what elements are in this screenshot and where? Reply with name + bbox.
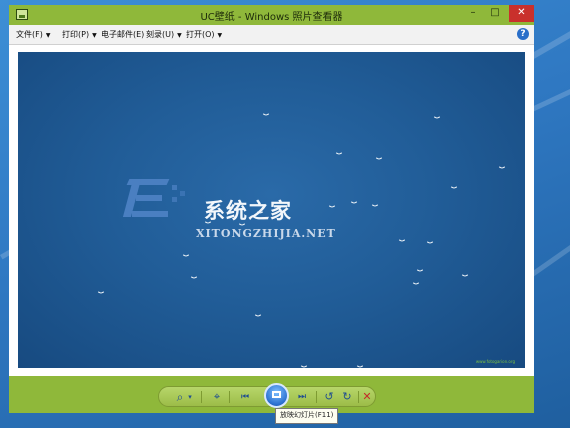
window-title: UC壁纸 - Windows 照片查看器 [200, 12, 343, 23]
rotate-ccw-button[interactable]: ↺ [322, 389, 336, 405]
separator [358, 391, 359, 403]
logo-shape [180, 191, 185, 196]
next-button[interactable]: ⏭ [294, 389, 310, 405]
close-button[interactable]: ✕ [509, 5, 534, 22]
menu-email[interactable]: 电子邮件(E) [101, 29, 144, 40]
chevron-down-icon: ▼ [177, 32, 182, 39]
menu-burn[interactable]: 刻录(U) ▼ [146, 29, 182, 40]
seagull [263, 114, 269, 117]
menu-open[interactable]: 打开(O) ▼ [186, 29, 222, 40]
watermark-title: 系统之家 [204, 199, 292, 223]
menu-file[interactable]: 文件(F) ▼ [16, 29, 50, 40]
seagull [336, 153, 342, 156]
menu-email-label: 电子邮件(E) [101, 30, 145, 39]
seagull [427, 242, 433, 245]
seagull [462, 275, 468, 278]
minimize-button[interactable]: – [462, 5, 484, 22]
seagull [399, 240, 405, 243]
menu-print-label: 打印(P) [62, 30, 90, 39]
previous-button[interactable]: ⏮ [237, 389, 253, 405]
logo-shape [132, 211, 168, 217]
chevron-down-icon: ▼ [45, 32, 51, 39]
actual-size-icon[interactable]: ⌖ [210, 389, 224, 405]
seagull [255, 315, 261, 318]
slideshow-button[interactable] [264, 383, 289, 408]
rotate-cw-button[interactable]: ↻ [340, 389, 354, 405]
logo-shape [172, 185, 177, 190]
seagull [417, 270, 423, 273]
seagull [434, 117, 440, 120]
menu-print[interactable]: 打印(P) ▼ [62, 29, 97, 40]
photo-credit: www.fotogarion.org [475, 359, 515, 364]
menu-bar: 文件(F) ▼ 打印(P) ▼ 电子邮件(E) 刻录(U) ▼ 打开(O) ▼ ? [9, 25, 534, 45]
photo-image: 系统之家 XITONGZHIJIA.NET www.fotogarion.org [18, 52, 525, 368]
menu-burn-label: 刻录(U) [146, 30, 175, 39]
help-icon[interactable]: ? [517, 28, 529, 40]
seagull [329, 206, 335, 209]
seagull [451, 187, 457, 190]
watermark-logo-icon [122, 179, 188, 219]
seagull [191, 277, 197, 280]
slideshow-tooltip: 放映幻灯片(F11) [275, 408, 339, 424]
title-bar[interactable]: UC壁纸 - Windows 照片查看器 – □ ✕ [9, 5, 534, 25]
chevron-down-icon: ▼ [92, 32, 97, 39]
zoom-icon[interactable]: ⌕ [173, 389, 187, 405]
seagull [372, 205, 378, 208]
menu-file-label: 文件(F) [16, 30, 43, 39]
photo-viewer-window: UC壁纸 - Windows 照片查看器 – □ ✕ 文件(F) ▼ 打印(P) ▼… [9, 5, 534, 413]
seagull [357, 366, 363, 368]
delete-button[interactable]: ✕ [362, 389, 372, 405]
menu-open-label: 打开(O) [186, 30, 215, 39]
logo-shape [172, 197, 177, 202]
seagull [183, 255, 189, 258]
zoom-dropdown-icon[interactable]: ▾ [186, 389, 194, 405]
seagull [351, 202, 357, 205]
logo-shape [136, 195, 162, 201]
seagull [301, 366, 307, 368]
photo-frame: 系统之家 XITONGZHIJIA.NET www.fotogarion.org [9, 45, 534, 376]
seagull [98, 292, 104, 295]
seagull [376, 158, 382, 161]
watermark-url: XITONGZHIJIA.NET [196, 227, 336, 240]
separator [229, 391, 230, 403]
maximize-button[interactable]: □ [484, 5, 506, 22]
separator [201, 391, 202, 403]
seagull [413, 283, 419, 286]
seagull [499, 167, 505, 170]
separator [316, 391, 317, 403]
chevron-down-icon: ▼ [217, 32, 223, 39]
